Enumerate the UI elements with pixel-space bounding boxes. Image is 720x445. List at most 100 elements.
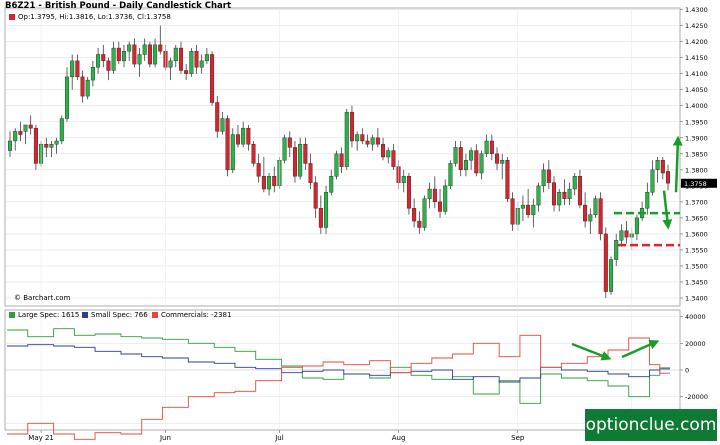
- candle-body: [324, 192, 329, 228]
- candle-body: [448, 163, 453, 187]
- candle-body: [645, 192, 650, 209]
- candle-body: [210, 54, 215, 103]
- candle-body: [660, 160, 665, 174]
- candle-body: [401, 176, 406, 183]
- candle-body: [282, 137, 287, 161]
- candle-body: [106, 60, 111, 71]
- candle-body: [655, 160, 660, 171]
- candle-body: [313, 182, 318, 209]
- candle-body: [256, 163, 261, 177]
- small-spec-swatch: [82, 312, 88, 318]
- candle-body: [225, 118, 230, 171]
- x-tick-label: Jul: [274, 434, 284, 442]
- price-tick-label: 1.3800: [685, 166, 708, 174]
- candle-body: [386, 150, 391, 158]
- candle-body: [33, 127, 38, 164]
- candle-body: [173, 47, 178, 62]
- candle-body: [412, 208, 417, 222]
- x-axis: May 21JunJulAugSepO: [28, 430, 635, 442]
- price-tick-label: 1.3650: [685, 214, 708, 222]
- candle-body: [189, 51, 194, 74]
- candle-body: [381, 143, 386, 158]
- candle-body: [334, 153, 339, 177]
- candle-body: [609, 259, 614, 292]
- candle-body: [406, 176, 411, 209]
- candle-body: [531, 204, 536, 215]
- candle-body: [287, 137, 292, 148]
- candle-body: [505, 160, 510, 199]
- candle-body: [142, 44, 147, 55]
- candle-body: [489, 140, 494, 154]
- large-spec-swatch: [9, 312, 15, 318]
- candle-body: [650, 169, 655, 193]
- candle-body: [220, 118, 225, 132]
- candle-body: [603, 233, 608, 292]
- commercials-label: Commercials: -2381: [161, 311, 232, 319]
- candle-body: [204, 54, 209, 62]
- candle-body: [168, 60, 173, 68]
- x-tick-label: May 21: [28, 434, 54, 442]
- cot-tick-label: 40000: [685, 313, 706, 321]
- price-tick-label: 1.3850: [685, 150, 708, 158]
- candle-body: [28, 124, 33, 129]
- candle-body: [230, 134, 235, 171]
- price-tick-label: 1.3950: [685, 118, 708, 126]
- candle-body: [500, 160, 505, 164]
- candle-body: [572, 176, 577, 190]
- candle-body: [215, 102, 220, 132]
- brand-watermark: optionclue.com: [585, 409, 717, 441]
- candle-body: [246, 127, 251, 145]
- candle-body: [116, 47, 121, 62]
- candle-body: [85, 79, 90, 97]
- candle-body: [59, 118, 64, 142]
- candle-body: [614, 240, 619, 260]
- candle-body: [365, 140, 370, 145]
- candle-body: [90, 67, 95, 81]
- candle-body: [241, 127, 246, 145]
- chart-canvas: 1.3400 1.3450 1.3500 1.3550 1.3600 1.3650 1.37…: [4, 6, 717, 442]
- price-tick-label: 1.3500: [685, 262, 708, 270]
- candle-body: [634, 217, 639, 235]
- candle-body: [70, 60, 75, 78]
- candle-body: [552, 182, 557, 206]
- large-spec-label: Large Spec: 1615: [18, 311, 80, 319]
- price-tick-label: 1.4050: [685, 86, 708, 94]
- candle-body: [546, 169, 551, 183]
- candle-body: [370, 137, 375, 145]
- candle-body: [520, 204, 525, 209]
- candle-body: [624, 230, 629, 238]
- candle-body: [562, 192, 567, 199]
- price-tick-label: 1.4000: [685, 102, 708, 110]
- ohlc-swatch: [9, 14, 15, 20]
- candle-body: [75, 60, 80, 78]
- candle-body: [583, 204, 588, 222]
- candle-body: [194, 51, 199, 68]
- candle-body: [577, 176, 582, 206]
- price-tick-label: 1.3550: [685, 246, 708, 254]
- candle-body: [96, 54, 101, 68]
- cot-tick-label: -20000: [685, 393, 708, 401]
- candle-body: [526, 204, 531, 215]
- candle-body: [598, 198, 603, 235]
- candle-body: [267, 176, 272, 190]
- candle-body: [199, 60, 204, 68]
- candle-body: [49, 143, 54, 148]
- price-tick-label: 1.4150: [685, 54, 708, 62]
- candle-body: [360, 134, 365, 142]
- candle-body: [272, 176, 277, 187]
- candle-body: [567, 188, 572, 199]
- candle-body: [432, 188, 437, 203]
- candle-body: [308, 163, 313, 183]
- candle-body: [178, 47, 183, 71]
- candle-body: [184, 70, 189, 74]
- candle-body: [458, 147, 463, 171]
- candle-body: [137, 54, 142, 65]
- candle-body: [463, 160, 468, 171]
- candle-body: [375, 137, 380, 145]
- candle-body: [469, 150, 474, 161]
- commercials-swatch: [152, 312, 158, 318]
- candle-body: [298, 143, 303, 177]
- cot-tick-label: 20000: [685, 340, 706, 348]
- price-tick-label: 1.4100: [685, 70, 708, 78]
- price-tick-label: 1.4200: [685, 38, 708, 46]
